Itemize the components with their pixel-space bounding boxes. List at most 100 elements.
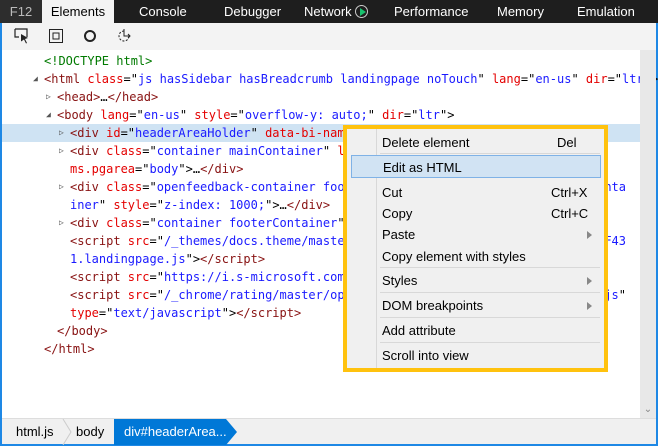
color-picker-icon[interactable] xyxy=(82,28,98,44)
code-token: <script xyxy=(70,288,128,302)
vertical-scrollbar[interactable] xyxy=(640,50,656,418)
code-token: " xyxy=(367,108,383,122)
menu-item-label: Edit as HTML xyxy=(383,160,462,175)
code-token: lang xyxy=(100,108,130,122)
collapse-arrow-icon[interactable]: ◢ xyxy=(46,106,51,124)
tab-network-label: Network xyxy=(304,4,352,19)
menu-item-shortcut: Ctrl+X xyxy=(551,185,588,200)
scroll-down-icon[interactable]: ⌄ xyxy=(640,402,656,418)
menu-item-label: Copy element with styles xyxy=(382,249,526,264)
breadcrumb-div-headerarea[interactable]: div#headerArea... xyxy=(114,419,227,445)
tab-bar: F12 Elements Console Debugger Network Pe… xyxy=(0,0,658,23)
code-token: "> xyxy=(185,252,201,266)
tab-memory[interactable]: Memory xyxy=(497,0,544,23)
code-token: container footerContainer xyxy=(156,216,338,230)
code-token: </div> xyxy=(200,162,244,176)
code-token: " xyxy=(571,72,586,86)
code-token: " xyxy=(477,72,492,86)
box-model-icon[interactable] xyxy=(48,28,64,44)
menu-item-label: DOM breakpoints xyxy=(382,298,484,313)
expand-arrow-icon[interactable]: ▷ xyxy=(59,214,64,232)
tab-performance[interactable]: Performance xyxy=(394,0,468,23)
menu-item-scroll-into-view[interactable]: Scroll into view xyxy=(351,344,601,367)
tab-emulation[interactable]: Emulation xyxy=(577,0,635,23)
submenu-arrow-icon xyxy=(587,302,592,310)
dom-node-line[interactable]: ▷ <head>…</head> xyxy=(2,88,640,106)
tab-console[interactable]: Console xyxy=(139,0,187,23)
menu-item-delete-element[interactable]: Delete element Del xyxy=(351,131,601,154)
expand-arrow-icon[interactable]: ▷ xyxy=(46,88,51,106)
code-token: </body> xyxy=(57,324,108,338)
code-token: " xyxy=(618,288,626,302)
tab-elements[interactable]: Elements xyxy=(42,0,114,23)
dom-node-line[interactable]: ◢ <html class="js hasSidebar hasBreadcrum… xyxy=(2,70,658,88)
menu-item-label: Scroll into view xyxy=(382,348,469,363)
menu-item-add-attribute[interactable]: Add attribute xyxy=(351,319,601,342)
menu-item-dom-breakpoints[interactable]: DOM breakpoints xyxy=(351,294,601,317)
code-token: <div xyxy=(70,216,107,230)
code-token: <div xyxy=(70,180,107,194)
code-token: <script xyxy=(70,270,128,284)
code-token: style xyxy=(194,108,231,122)
tab-debugger[interactable]: Debugger xyxy=(224,0,281,23)
code-token: openfeedback-container footer- xyxy=(156,180,374,194)
node-text: </body> xyxy=(57,322,108,340)
dom-node-line[interactable]: ◢ <body lang="en-us" style="overflow-y: a… xyxy=(2,106,640,124)
menu-item-label: Cut xyxy=(382,185,403,200)
code-token: en-us xyxy=(143,108,180,122)
code-token: =" xyxy=(123,72,138,86)
expand-arrow-icon[interactable]: ▷ xyxy=(59,124,64,142)
code-token: style xyxy=(113,198,150,212)
dom-change-icon[interactable] xyxy=(116,28,132,44)
expand-arrow-icon[interactable]: ▷ xyxy=(59,142,64,160)
expand-arrow-icon[interactable]: ▷ xyxy=(59,178,64,196)
code-token: id xyxy=(106,126,121,140)
select-element-icon[interactable] xyxy=(14,28,30,44)
node-text: iner" style="z-index: 1000;">…</div> xyxy=(70,196,330,214)
code-token: " xyxy=(250,126,266,140)
breadcrumb: html.js body div#headerArea... xyxy=(2,418,656,445)
code-token: " xyxy=(322,144,338,158)
code-token: " xyxy=(98,198,114,212)
code-token: <head> xyxy=(57,90,101,104)
menu-item-styles[interactable]: Styles xyxy=(351,269,601,292)
menu-item-cut[interactable]: Cut Ctrl+X xyxy=(351,181,601,204)
node-text: <script src="https://i.s-microsoft.com/w… xyxy=(70,268,373,286)
code-token: en-us xyxy=(535,72,572,86)
breadcrumb-body[interactable]: body xyxy=(76,419,104,445)
code-token: =" xyxy=(120,126,136,140)
code-token: =" xyxy=(129,108,144,122)
code-token: </head> xyxy=(107,90,159,104)
code-token: overflow-y: auto; xyxy=(244,108,368,122)
tab-network[interactable]: Network xyxy=(304,0,368,23)
menu-item-edit-as-html[interactable]: Edit as HTML xyxy=(351,155,601,178)
code-token: =" xyxy=(149,198,164,212)
node-text: <head>…</head> xyxy=(57,88,158,106)
menu-item-copy-element-with-styles[interactable]: Copy element with styles xyxy=(351,245,601,268)
code-token: "> xyxy=(439,108,455,122)
code-token: <div xyxy=(70,126,107,140)
play-icon xyxy=(354,5,368,18)
code-token: </script> xyxy=(236,306,302,320)
code-token: dir xyxy=(585,72,608,86)
code-token: =" xyxy=(230,108,245,122)
menu-item-paste[interactable]: Paste xyxy=(351,223,601,246)
code-token: </div> xyxy=(286,198,331,212)
code-token: ltr xyxy=(418,108,440,122)
node-text: <body lang="en-us" style="overflow-y: au… xyxy=(57,106,454,124)
code-token: =" xyxy=(142,180,157,194)
code-token: headerAreaHolder xyxy=(135,126,251,140)
node-text: </html> xyxy=(44,340,95,358)
code-token: ">… xyxy=(178,162,201,176)
menu-item-label: Copy xyxy=(382,206,413,221)
breadcrumb-html[interactable]: html.js xyxy=(16,419,54,445)
collapse-arrow-icon[interactable]: ◢ xyxy=(33,70,38,88)
code-token: =" xyxy=(149,288,164,302)
code-token: ">… xyxy=(265,198,287,212)
node-text: <div class="openfeedback-container foote… xyxy=(70,178,373,196)
menu-item-copy[interactable]: Copy Ctrl+C xyxy=(351,202,601,225)
code-token: =" xyxy=(520,72,536,86)
dom-node-line[interactable]: <!DOCTYPE html> xyxy=(2,52,640,70)
code-token: <html xyxy=(44,72,88,86)
node-text: 1.landingpage.js"></script> xyxy=(70,250,265,268)
